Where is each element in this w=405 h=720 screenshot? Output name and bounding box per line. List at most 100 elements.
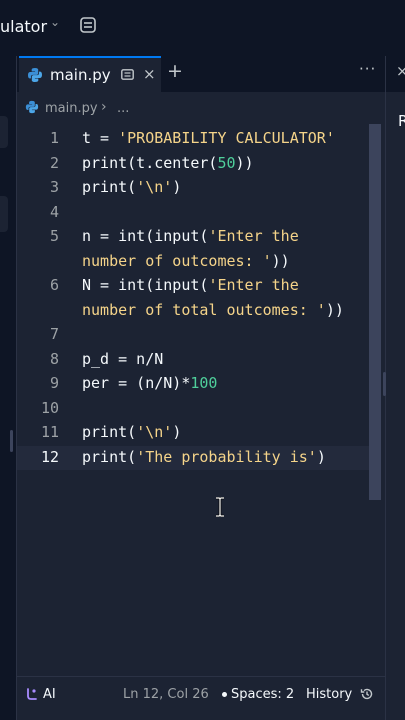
cursor-position[interactable]: Ln 12, Col 26	[123, 687, 209, 702]
string-token: '\n'	[136, 423, 173, 441]
code-text: p_d = n/N	[82, 350, 163, 368]
vertical-scrollbar[interactable]	[369, 124, 381, 500]
line-number: 3	[49, 178, 59, 196]
code-text: print('\n')	[82, 423, 181, 441]
code-line[interactable]: 1 t = 'PROBABILITY CALCULATOR'	[17, 129, 369, 154]
code-text: print(t.center(50))	[82, 154, 254, 172]
code-line[interactable]: 9 per = (n/N)*100	[17, 374, 369, 399]
left-sidebar	[0, 56, 16, 720]
code-line[interactable]: 10	[17, 399, 369, 424]
more-options-icon[interactable]: ···	[359, 60, 376, 78]
string-token: '\n'	[136, 178, 173, 196]
indent-spaces[interactable]: Spaces: 2	[231, 687, 294, 702]
repl-title[interactable]: ulator	[0, 17, 47, 36]
line-number: 4	[49, 202, 59, 221]
code-line[interactable]: 3 print('\n')	[17, 178, 369, 203]
resize-handle[interactable]	[10, 430, 13, 452]
right-tab-bar: ×	[386, 56, 405, 92]
code-text: print('\n')	[82, 178, 181, 196]
code-token: ))	[325, 300, 344, 319]
code-token: print(	[82, 423, 137, 441]
breadcrumb: main.py › ...	[17, 92, 385, 124]
right-pane-title: R	[398, 112, 405, 130]
code-token: p_d = n/N	[82, 349, 164, 368]
code-line[interactable]: 7	[17, 325, 369, 350]
code-token: ))	[235, 153, 254, 172]
ai-icon	[27, 688, 37, 700]
line-number: 10	[40, 398, 59, 417]
line-number: 2	[49, 153, 59, 172]
code-area[interactable]: 1 t = 'PROBABILITY CALCULATOR' 2 print(t.ce…	[17, 128, 369, 568]
code-text: t = 'PROBABILITY CALCULATOR'	[82, 129, 335, 147]
tab-main-py[interactable]: main.py ×	[19, 56, 161, 92]
code-line[interactable]: 2 print(t.center(50))	[17, 154, 369, 179]
chevron-down-icon[interactable]: ⌄	[50, 15, 60, 29]
line-number: 5	[49, 227, 59, 245]
code-line[interactable]: 8 p_d = n/N	[17, 350, 369, 375]
sidebar-tab[interactable]	[0, 196, 8, 232]
line-number: 7	[49, 325, 59, 343]
code-line[interactable]: 6 N = int(input('Enter the	[17, 276, 369, 301]
python-icon	[28, 68, 42, 82]
code-line[interactable]: number of outcomes: '))	[17, 252, 369, 277]
history-button[interactable]: History	[306, 687, 352, 702]
string-token: 'Enter the	[208, 227, 299, 245]
breadcrumb-file[interactable]: main.py	[45, 101, 98, 116]
number-token: 50	[217, 153, 236, 172]
code-text: number of total outcomes: '))	[82, 301, 344, 319]
number-token: 100	[190, 374, 218, 392]
code-line[interactable]: 12 print('The probability is')	[17, 448, 369, 473]
breadcrumb-more[interactable]: ...	[117, 101, 129, 116]
string-token: 'The probability is'	[136, 447, 317, 466]
code-editor-pane: main.py × + ··· main.py › ... 1 t = 'PROB…	[16, 56, 385, 720]
code-line[interactable]: 11 print('\n')	[17, 423, 369, 448]
close-icon[interactable]: ×	[143, 65, 156, 83]
string-token: 'PROBABILITY CALCULATOR'	[118, 129, 335, 147]
text-cursor-icon	[216, 497, 224, 517]
line-number: 6	[49, 276, 59, 294]
code-text: n = int(input('Enter the	[82, 227, 299, 245]
line-number: 12	[40, 447, 59, 466]
breadcrumb-separator: ›	[101, 99, 107, 115]
code-token: print(	[82, 178, 137, 196]
string-token: number of outcomes: '	[82, 251, 272, 270]
top-bar: ulator ⌄	[0, 0, 405, 56]
code-token: print(t.center(	[82, 153, 218, 172]
python-icon	[25, 100, 39, 114]
code-token: )	[316, 447, 326, 466]
ai-button[interactable]: AI	[43, 687, 56, 702]
code-line[interactable]: number of total outcomes: '))	[17, 301, 369, 326]
status-dot	[222, 692, 227, 697]
history-icon[interactable]	[360, 687, 374, 701]
line-number: 8	[49, 349, 59, 368]
code-token: )	[172, 178, 182, 196]
code-token: n = int(input(	[82, 227, 209, 245]
code-token: print(	[82, 447, 137, 466]
add-tab-button[interactable]: +	[167, 60, 183, 82]
close-icon[interactable]: ×	[396, 62, 405, 80]
code-token: )	[172, 423, 182, 441]
code-text: N = int(input('Enter the	[82, 276, 299, 294]
code-token: t =	[82, 129, 119, 147]
code-text: per = (n/N)*100	[82, 374, 217, 392]
code-line[interactable]: 5 n = int(input('Enter the	[17, 227, 369, 252]
line-number: 9	[49, 374, 59, 392]
string-token: 'Enter the	[208, 276, 299, 294]
code-token: per = (n/N)*	[82, 374, 191, 392]
resize-handle[interactable]	[383, 372, 386, 396]
code-text: print('The probability is')	[82, 448, 326, 466]
code-token: N = int(input(	[82, 276, 209, 294]
line-number: 11	[40, 423, 59, 441]
line-number: 1	[49, 129, 59, 147]
string-token: number of total outcomes: '	[82, 300, 326, 319]
code-line[interactable]: 4	[17, 203, 369, 228]
editor-tab-bar: main.py × + ···	[17, 56, 385, 92]
panel-icon[interactable]	[79, 16, 97, 34]
sidebar-tab[interactable]	[0, 116, 8, 148]
right-pane: × R	[383, 56, 405, 720]
status-bar: AI Ln 12, Col 26 Spaces: 2 History	[17, 676, 385, 711]
code-token: ))	[271, 251, 290, 270]
preview-icon[interactable]	[121, 69, 134, 80]
tab-label: main.py	[50, 66, 111, 84]
code-text: number of outcomes: '))	[82, 252, 290, 270]
